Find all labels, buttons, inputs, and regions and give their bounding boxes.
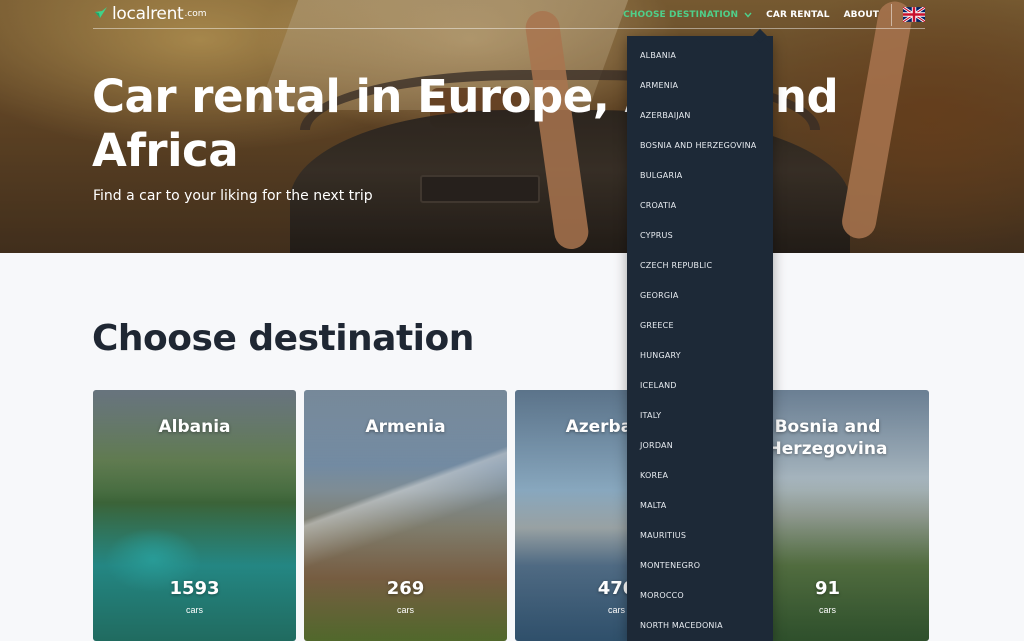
section-title: Choose destination [92, 318, 474, 359]
dropdown-item[interactable]: AZERBAIJAN [627, 101, 773, 131]
dropdown-item[interactable]: MALTA [627, 491, 773, 521]
dropdown-item[interactable]: BULGARIA [627, 161, 773, 191]
dropdown-item[interactable]: CROATIA [627, 191, 773, 221]
destination-cards: Albania 1593 cars Armenia 269 cars Azerb… [93, 390, 929, 641]
card-unit: cars [185, 605, 203, 615]
dropdown-item[interactable]: JORDAN [627, 431, 773, 461]
destination-card-albania[interactable]: Albania 1593 cars [93, 390, 296, 641]
nav-car-rental[interactable]: CAR RENTAL [766, 10, 829, 20]
card-car-count: 1593 [169, 578, 220, 599]
card-name: Albania [158, 417, 231, 437]
chevron-down-icon [744, 12, 752, 18]
nav-choose-destination[interactable]: CHOOSE DESTINATION [623, 10, 752, 20]
nav-divider [891, 3, 892, 26]
card-car-count: 269 [386, 578, 425, 599]
logo[interactable]: localrent .com [93, 4, 207, 24]
dropdown-item[interactable]: ITALY [627, 401, 773, 431]
logo-suffix: .com [184, 9, 207, 19]
dropdown-item[interactable]: GREECE [627, 311, 773, 341]
dropdown-item[interactable]: BOSNIA AND HERZEGOVINA [627, 131, 773, 161]
dropdown-item[interactable]: ALBANIA [627, 41, 773, 71]
nav-about[interactable]: ABOUT [844, 10, 879, 20]
destination-card-armenia[interactable]: Armenia 269 cars [304, 390, 507, 641]
hero-subtitle: Find a car to your liking for the next t… [93, 188, 373, 204]
dropdown-item[interactable]: MONTENEGRO [627, 551, 773, 581]
dropdown-item[interactable]: HUNGARY [627, 341, 773, 371]
card-name: Armenia [365, 417, 446, 437]
dropdown-item[interactable]: ARMENIA [627, 71, 773, 101]
dropdown-item[interactable]: CZECH REPUBLIC [627, 251, 773, 281]
leaf-logo-icon [95, 7, 107, 18]
dropdown-item[interactable]: MOROCCO [627, 581, 773, 611]
hero-banner: localrent .com CHOOSE DESTINATION CAR RE… [0, 0, 1024, 253]
destination-dropdown-list: ALBANIA ARMENIA AZERBAIJAN BOSNIA AND HE… [627, 36, 773, 641]
logo-text: localrent [112, 4, 184, 24]
card-unit: cars [396, 605, 414, 615]
dropdown-item[interactable]: MAURITIUS [627, 521, 773, 551]
dropdown-item[interactable]: GEORGIA [627, 281, 773, 311]
top-navigation: localrent .com CHOOSE DESTINATION CAR RE… [93, 0, 925, 29]
dropdown-item[interactable]: KOREA [627, 461, 773, 491]
dropdown-item[interactable]: CYPRUS [627, 221, 773, 251]
uk-flag-icon[interactable] [903, 7, 925, 22]
dropdown-item[interactable]: NORTH MACEDONIA [627, 611, 773, 641]
hero-title: Car rental in Europe, Asia and Africa [92, 70, 839, 177]
nav-choose-destination-label: CHOOSE DESTINATION [623, 9, 739, 20]
nav-links: CHOOSE DESTINATION CAR RENTAL ABOUT [609, 0, 925, 29]
destination-dropdown: ALBANIA ARMENIA AZERBAIJAN BOSNIA AND HE… [627, 36, 773, 641]
dropdown-item[interactable]: ICELAND [627, 371, 773, 401]
